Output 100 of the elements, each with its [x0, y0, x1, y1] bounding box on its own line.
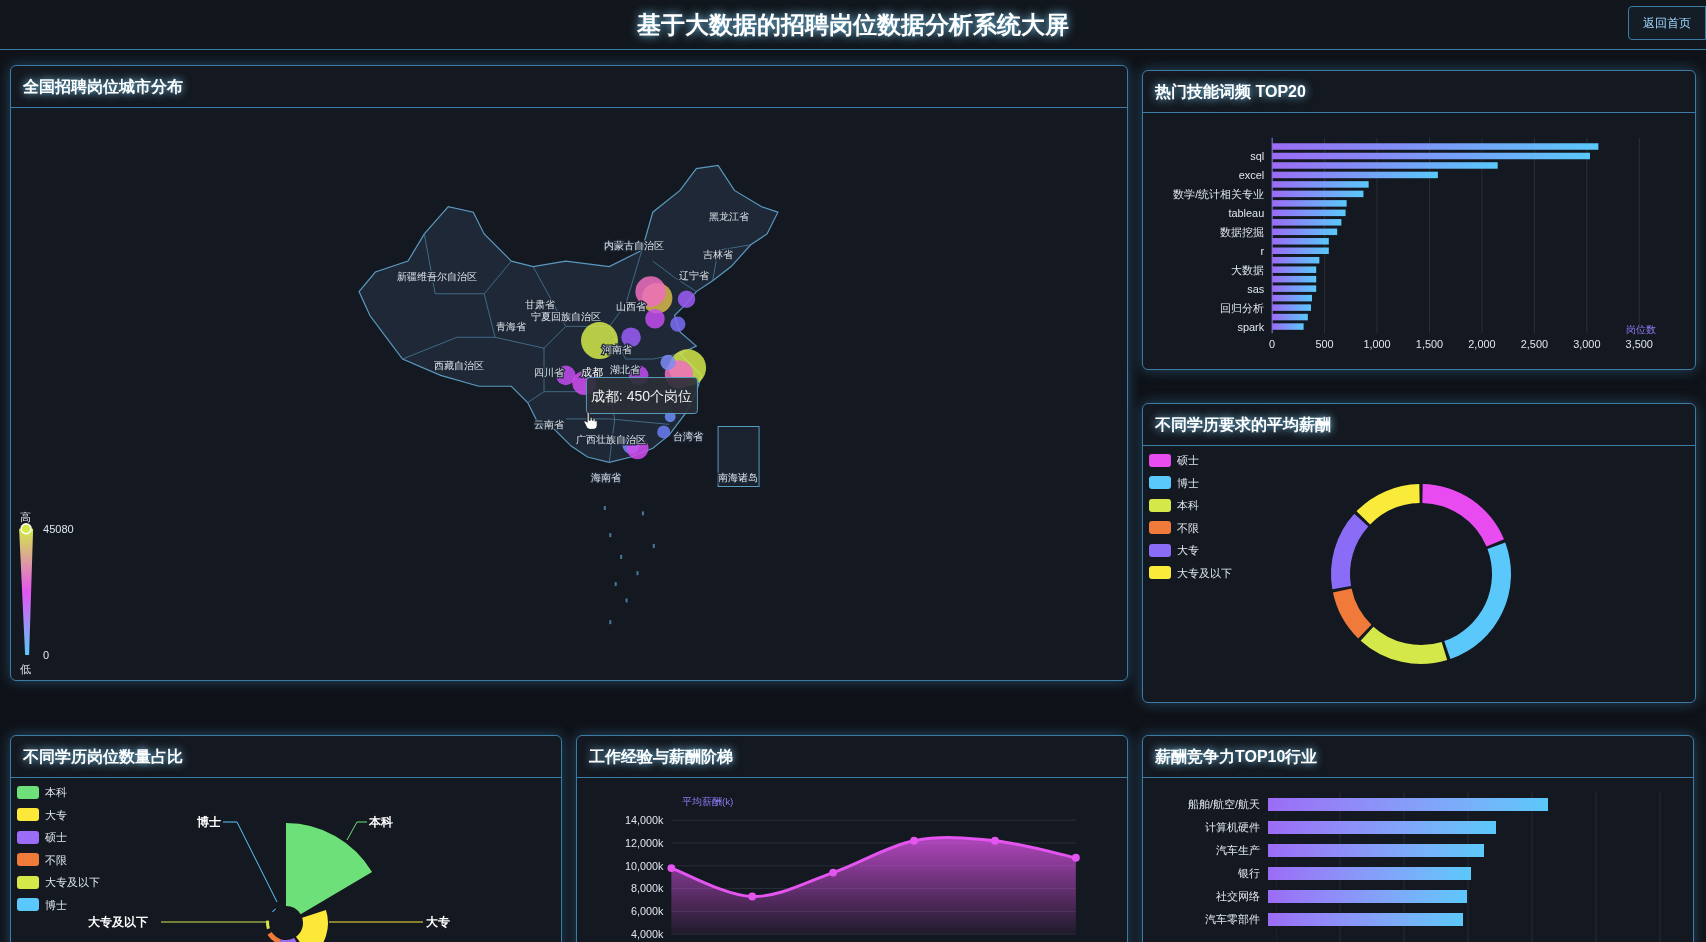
axis-title: 平均薪酬(k) — [681, 796, 734, 808]
donut-slice[interactable] — [1444, 542, 1511, 660]
region-label: 西藏自治区 — [434, 359, 485, 371]
bar[interactable] — [1272, 171, 1438, 179]
scale-handle[interactable] — [20, 523, 32, 535]
category-label: 船舶/航空/航天 — [1186, 797, 1261, 813]
region-label: 南海诸岛 — [717, 471, 758, 483]
region-label: 新疆维吾尔自治区 — [397, 271, 478, 283]
axis-title: 岗位数 — [1626, 324, 1657, 336]
legend-label: 不限 — [45, 852, 67, 868]
data-point[interactable] — [829, 868, 838, 877]
legend-label: 硕士 — [1177, 453, 1199, 468]
axis-category-label: 数据挖掘 — [1220, 225, 1265, 238]
axis-tick-label: 10,000k — [625, 859, 664, 872]
inset-map-frame — [717, 426, 760, 487]
legend-label: 硕士 — [45, 830, 67, 845]
scale-max-label: 45080 — [43, 522, 74, 535]
legend-label: 大专 — [45, 807, 67, 823]
axis-category-label: spark — [1237, 320, 1265, 333]
data-point[interactable] — [991, 836, 999, 845]
bar[interactable] — [1272, 294, 1312, 302]
slice-label: 本科 — [369, 815, 393, 829]
bar[interactable] — [1272, 152, 1590, 160]
region-label: 辽宁省 — [679, 270, 710, 282]
region-label: 内蒙古自治区 — [604, 239, 665, 251]
axis-tick-label: 2,500 — [1520, 338, 1549, 351]
bar[interactable] — [1272, 257, 1320, 264]
hand-cursor-icon — [583, 412, 598, 430]
bar[interactable] — [1272, 275, 1317, 283]
donut-slice[interactable] — [1356, 484, 1420, 525]
region-label: 甘肃省 — [524, 298, 555, 310]
legend-label: 博士 — [45, 897, 67, 913]
donut-slice[interactable] — [1332, 588, 1372, 639]
category-label: 汽车生产 — [1215, 843, 1261, 859]
axis-tick-label: 1,000 — [1363, 338, 1391, 351]
legend-label: 本科 — [1177, 498, 1199, 513]
legend-label: 大专及以下 — [45, 875, 100, 890]
bar[interactable] — [1272, 313, 1308, 321]
legend-label: 博士 — [1177, 475, 1199, 491]
axis-tick-label: 12,000k — [625, 836, 664, 849]
category-label: 汽车零部件 — [1204, 912, 1261, 928]
region-label: 海南省 — [591, 471, 621, 483]
legend-label: 大专及以下 — [1177, 565, 1232, 581]
data-point[interactable] — [910, 836, 918, 845]
axis-tick-label: 0 — [1269, 338, 1276, 351]
legend-label: 大专 — [1177, 543, 1199, 558]
axis-tick-label: 4,000k — [631, 928, 664, 941]
axis-tick-label: 2,000 — [1468, 338, 1496, 351]
region-label: 吉林省 — [703, 248, 734, 260]
region-label: 台湾省 — [672, 431, 703, 443]
donut-slice[interactable] — [1422, 484, 1505, 547]
bar[interactable] — [1272, 247, 1329, 254]
rose-slice[interactable] — [296, 910, 328, 942]
legend-label: 不限 — [1177, 520, 1199, 536]
rose-slice[interactable] — [272, 908, 276, 913]
category-label: 计算机硬件 — [1204, 820, 1261, 836]
panel-title: 不同学历要求的平均薪酬 — [1155, 414, 1331, 435]
leader-line — [346, 821, 368, 841]
data-point[interactable] — [667, 864, 676, 872]
slice-label: 大专及以下 — [88, 915, 148, 929]
page-title: 基于大数据的招聘岗位数据分析系统大屏 — [637, 9, 1069, 40]
data-bubble[interactable] — [645, 309, 665, 329]
bar[interactable] — [1272, 190, 1364, 198]
bar[interactable] — [1272, 285, 1317, 292]
data-bubble[interactable] — [657, 425, 671, 439]
data-point[interactable] — [1071, 853, 1080, 862]
data-bubble[interactable] — [660, 354, 676, 370]
category-label: 社交网络 — [1215, 889, 1261, 905]
axis-category-label: tableau — [1228, 206, 1265, 219]
region-label: 黑龙江省 — [708, 210, 749, 222]
legend-label: 本科 — [45, 785, 67, 800]
axis-category-label: 数学/统计相关专业 — [1173, 187, 1265, 200]
donut-slice[interactable] — [1360, 626, 1448, 664]
bar[interactable] — [1272, 228, 1338, 236]
panel-title: 薪酬竞争力TOP10行业 — [1155, 746, 1318, 767]
back-button[interactable]: 返回首页 — [1628, 6, 1706, 40]
bar[interactable] — [1272, 266, 1317, 273]
panel-title: 热门技能词频 TOP20 — [1155, 81, 1306, 102]
axis-tick-label: 14,000k — [625, 814, 664, 827]
rose-slice[interactable] — [267, 932, 281, 942]
category-label: 银行 — [1237, 866, 1261, 882]
panel-title: 不同学历岗位数量占比 — [23, 746, 183, 767]
axis-category-label: sql — [1250, 149, 1265, 162]
data-point[interactable] — [748, 892, 757, 901]
scale-high-label: 高 — [19, 510, 31, 523]
axis-tick-label: 500 — [1315, 338, 1334, 351]
axis-tick-label: 3,000 — [1573, 338, 1601, 351]
region-label: 湖北省 — [609, 363, 640, 375]
tooltip-text: 成都: 450个岗位 — [590, 387, 692, 404]
bar[interactable] — [1272, 209, 1346, 217]
panel-title: 全国招聘岗位城市分布 — [23, 76, 183, 97]
scale-min-label: 0 — [43, 649, 50, 661]
axis-tick-label: 6,000k — [631, 905, 664, 918]
slice-label: 大专 — [426, 915, 450, 929]
axis-tick-label: 1,500 — [1415, 338, 1444, 351]
axis-tick-label: 8,000k — [631, 882, 664, 895]
bar[interactable] — [1272, 238, 1329, 245]
axis-category-label: sas — [1247, 282, 1265, 295]
axis-tick-label: 3,500 — [1625, 338, 1653, 351]
axis-category-label: 回归分析 — [1220, 301, 1265, 314]
